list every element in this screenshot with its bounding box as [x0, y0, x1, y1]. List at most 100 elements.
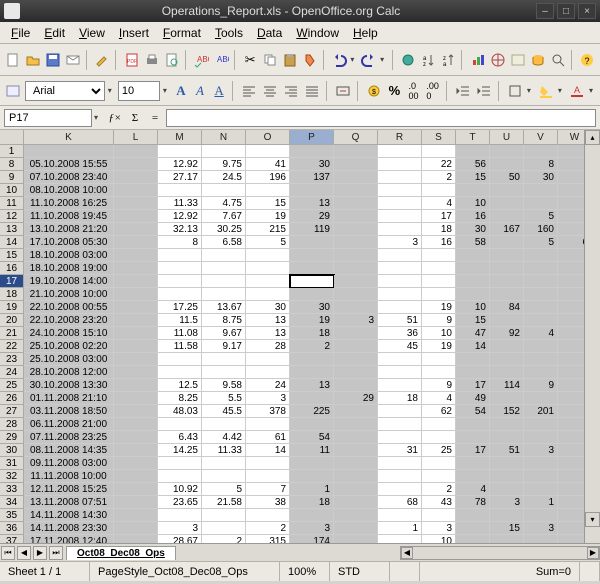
cell-L30[interactable]: [114, 444, 158, 457]
cell-L11[interactable]: [114, 197, 158, 210]
cell-K37[interactable]: 17.11.2008 12:40: [24, 535, 114, 543]
row-header-11[interactable]: 11: [0, 197, 24, 210]
row-header-20[interactable]: 20: [0, 314, 24, 327]
print-icon[interactable]: [143, 49, 161, 71]
zoom-icon[interactable]: [549, 49, 567, 71]
tab-prev-icon[interactable]: ◀: [17, 546, 31, 560]
cell-O30[interactable]: 14: [246, 444, 290, 457]
row-header-23[interactable]: 23: [0, 353, 24, 366]
cell-T36[interactable]: [456, 522, 490, 535]
cell-V36[interactable]: 3: [524, 522, 558, 535]
row-header-24[interactable]: 24: [0, 366, 24, 379]
cell-R20[interactable]: 51: [378, 314, 422, 327]
cell-S34[interactable]: 43: [422, 496, 456, 509]
cell-T15[interactable]: [456, 249, 490, 262]
close-button[interactable]: ×: [578, 3, 596, 19]
cell-P8[interactable]: 30: [290, 158, 334, 171]
cell-O29[interactable]: 61: [246, 431, 290, 444]
cell-K31[interactable]: 09.11.2008 03:00: [24, 457, 114, 470]
row-header-19[interactable]: 19: [0, 301, 24, 314]
cell-P17[interactable]: [290, 275, 334, 288]
cell-V32[interactable]: [524, 470, 558, 483]
save-icon[interactable]: [44, 49, 62, 71]
cell-M16[interactable]: [158, 262, 202, 275]
row-header-8[interactable]: 8: [0, 158, 24, 171]
menu-edit[interactable]: Edit: [37, 24, 72, 42]
cell-L8[interactable]: [114, 158, 158, 171]
cell-V29[interactable]: [524, 431, 558, 444]
cell-M25[interactable]: 12.5: [158, 379, 202, 392]
cell-M26[interactable]: 8.25: [158, 392, 202, 405]
cell-S29[interactable]: [422, 431, 456, 444]
cell-U14[interactable]: [490, 236, 524, 249]
cell-T24[interactable]: [456, 366, 490, 379]
cell-R12[interactable]: [378, 210, 422, 223]
cell-M17[interactable]: [158, 275, 202, 288]
cell-N37[interactable]: 2: [202, 535, 246, 543]
increase-indent-icon[interactable]: [475, 80, 493, 102]
datasources-icon[interactable]: [529, 49, 547, 71]
cell-U30[interactable]: 51: [490, 444, 524, 457]
cell-L26[interactable]: [114, 392, 158, 405]
cell-O37[interactable]: 315: [246, 535, 290, 543]
cell-T35[interactable]: [456, 509, 490, 522]
cell-S33[interactable]: 2: [422, 483, 456, 496]
cell-L24[interactable]: [114, 366, 158, 379]
cell-N30[interactable]: 11.33: [202, 444, 246, 457]
cell-N21[interactable]: 9.67: [202, 327, 246, 340]
row-header-34[interactable]: 34: [0, 496, 24, 509]
redo-icon[interactable]: [360, 49, 378, 71]
cell-M34[interactable]: 23.65: [158, 496, 202, 509]
spreadsheet-grid[interactable]: KLMNOPQRSTUVWX1805.10.2008 15:5512.929.7…: [0, 130, 600, 543]
cell-O16[interactable]: [246, 262, 290, 275]
cell-S25[interactable]: 9: [422, 379, 456, 392]
email-icon[interactable]: [64, 49, 82, 71]
cell-K8[interactable]: 05.10.2008 15:55: [24, 158, 114, 171]
cell-T29[interactable]: [456, 431, 490, 444]
cell-M18[interactable]: [158, 288, 202, 301]
cell-K33[interactable]: 12.11.2008 15:25: [24, 483, 114, 496]
cell-S13[interactable]: 18: [422, 223, 456, 236]
cell-Q28[interactable]: [334, 418, 378, 431]
cell-Q36[interactable]: [334, 522, 378, 535]
cell-N19[interactable]: 13.67: [202, 301, 246, 314]
menu-view[interactable]: View: [72, 24, 112, 42]
cell-P10[interactable]: [290, 184, 334, 197]
cell-V28[interactable]: [524, 418, 558, 431]
cell-L25[interactable]: [114, 379, 158, 392]
cell-U15[interactable]: [490, 249, 524, 262]
cell-P1[interactable]: [290, 145, 334, 158]
cell-L18[interactable]: [114, 288, 158, 301]
cell-K20[interactable]: 22.10.2008 23:20: [24, 314, 114, 327]
cell-S37[interactable]: 10: [422, 535, 456, 543]
cell-P34[interactable]: 18: [290, 496, 334, 509]
cell-V27[interactable]: 201: [524, 405, 558, 418]
cell-O34[interactable]: 38: [246, 496, 290, 509]
row-header-36[interactable]: 36: [0, 522, 24, 535]
cell-M27[interactable]: 48.03: [158, 405, 202, 418]
row-header-10[interactable]: 10: [0, 184, 24, 197]
cell-M19[interactable]: 17.25: [158, 301, 202, 314]
cell-U34[interactable]: 3: [490, 496, 524, 509]
col-header-N[interactable]: N: [202, 130, 246, 145]
cell-N1[interactable]: [202, 145, 246, 158]
cell-O10[interactable]: [246, 184, 290, 197]
chart-icon[interactable]: [469, 49, 487, 71]
cell-R26[interactable]: 18: [378, 392, 422, 405]
row-header-17[interactable]: 17: [0, 275, 24, 288]
cell-S14[interactable]: 16: [422, 236, 456, 249]
cell-Q17[interactable]: [334, 275, 378, 288]
cell-L32[interactable]: [114, 470, 158, 483]
cell-R35[interactable]: [378, 509, 422, 522]
cell-U31[interactable]: [490, 457, 524, 470]
cell-N20[interactable]: 8.75: [202, 314, 246, 327]
align-justify-icon[interactable]: [303, 80, 321, 102]
cell-S23[interactable]: [422, 353, 456, 366]
cell-O35[interactable]: [246, 509, 290, 522]
cell-N18[interactable]: [202, 288, 246, 301]
cell-K12[interactable]: 11.10.2008 19:45: [24, 210, 114, 223]
cell-R18[interactable]: [378, 288, 422, 301]
cell-T11[interactable]: 10: [456, 197, 490, 210]
row-header-9[interactable]: 9: [0, 171, 24, 184]
cell-K13[interactable]: 13.10.2008 21:20: [24, 223, 114, 236]
